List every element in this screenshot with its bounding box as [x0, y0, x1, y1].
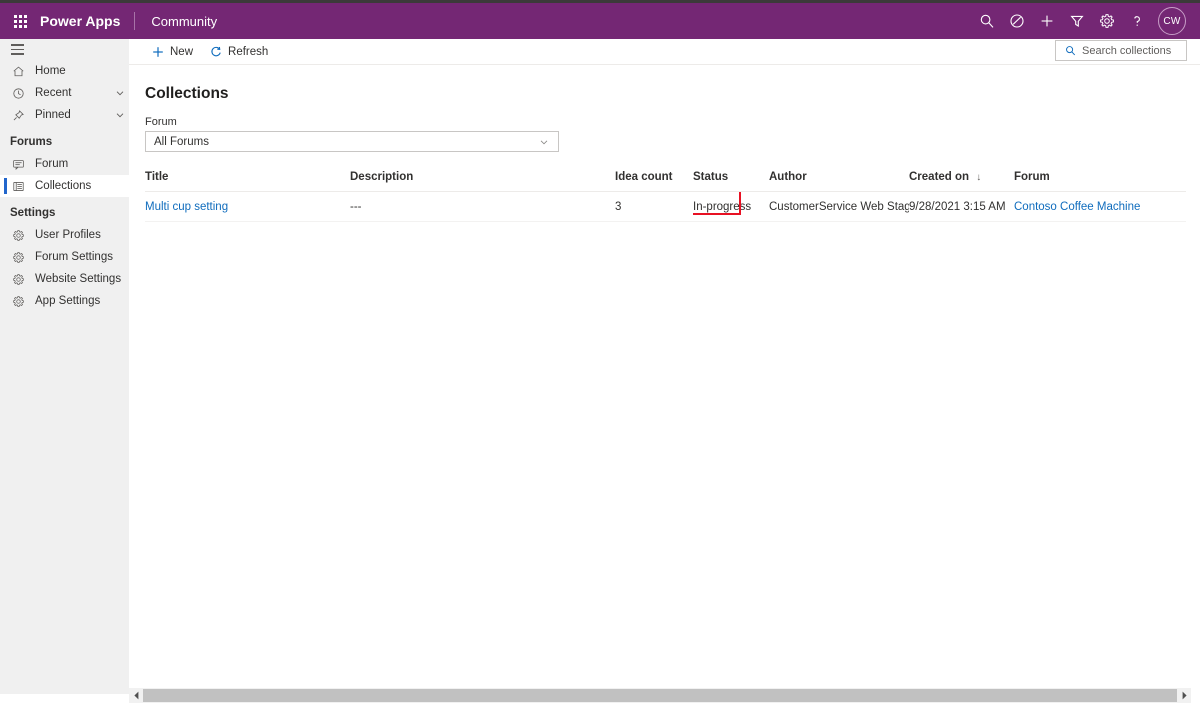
- column-header-created-on[interactable]: Created on ↓: [909, 171, 1014, 192]
- column-header-forum[interactable]: Forum: [1014, 171, 1186, 192]
- app-launcher-icon[interactable]: [0, 3, 40, 39]
- sidebar-item-forum[interactable]: Forum: [0, 153, 129, 175]
- cell-idea-count: 3: [615, 191, 693, 222]
- sidebar-item-label: Collections: [35, 180, 92, 192]
- app-header: Power Apps Community CW: [0, 3, 1200, 39]
- main-content: New Refresh Collections Forum Al: [129, 39, 1200, 704]
- sidebar-item-website-settings[interactable]: Website Settings: [0, 268, 129, 290]
- app-name-label[interactable]: Community: [137, 14, 217, 29]
- sidebar-item-label: App Settings: [35, 295, 101, 307]
- search-icon: [1064, 44, 1077, 57]
- column-header-label: Description: [350, 171, 414, 183]
- horizontal-scroll-track[interactable]: [143, 688, 1177, 703]
- search-collections-box[interactable]: [1055, 40, 1187, 61]
- forum-filter-value: All Forums: [154, 135, 209, 148]
- home-icon: [10, 63, 26, 79]
- column-header-label: Author: [769, 171, 807, 183]
- column-header-label: Forum: [1014, 171, 1050, 183]
- cell-status: In-progress: [693, 191, 769, 222]
- sidebar-item-user-profiles[interactable]: User Profiles: [0, 224, 129, 246]
- table-header-row: Title Description Idea count Status Auth…: [145, 171, 1186, 192]
- caret-right-icon[interactable]: [1177, 688, 1191, 703]
- search-icon[interactable]: [972, 3, 1002, 39]
- gear-icon: [10, 271, 26, 287]
- column-header-label: Created on: [909, 171, 970, 183]
- sidebar-section-settings: Settings: [10, 207, 56, 219]
- brand-title[interactable]: Power Apps: [40, 13, 132, 29]
- header-icon-group: CW: [972, 3, 1200, 39]
- horizontal-scroll-thumb[interactable]: [143, 689, 1177, 702]
- collections-table: Title Description Idea count Status Auth…: [145, 171, 1186, 222]
- page-body: Collections Forum All Forums Title Descr…: [129, 65, 1200, 222]
- cell-author: CustomerService Web Staging: [769, 191, 909, 222]
- column-header-label: Title: [145, 171, 169, 183]
- column-header-title[interactable]: Title: [145, 171, 350, 192]
- sidebar-item-label: Forum: [35, 158, 69, 170]
- sidebar: Home Recent Pinned Forums Forum Collecti…: [0, 39, 129, 694]
- sidebar-item-collections[interactable]: Collections: [0, 175, 129, 197]
- column-header-label: Status: [693, 171, 729, 183]
- table-row[interactable]: Multi cup setting --- 3 In-progress Cust…: [145, 191, 1186, 222]
- sidebar-item-label: Pinned: [35, 109, 71, 121]
- column-header-author[interactable]: Author: [769, 171, 909, 192]
- clock-icon: [10, 85, 26, 101]
- sidebar-item-label: Recent: [35, 87, 72, 99]
- avatar[interactable]: CW: [1158, 7, 1186, 35]
- chat-bubble-icon: [10, 156, 26, 172]
- column-header-description[interactable]: Description: [350, 171, 615, 192]
- chevron-down-icon[interactable]: [111, 110, 129, 120]
- brand-divider: [134, 12, 136, 30]
- chevron-down-icon[interactable]: [538, 137, 550, 147]
- pin-icon: [10, 107, 26, 123]
- sidebar-section-forums: Forums: [10, 136, 53, 148]
- environment-icon[interactable]: [1002, 3, 1032, 39]
- page-title: Collections: [145, 85, 229, 102]
- sidebar-item-forum-settings[interactable]: Forum Settings: [0, 246, 129, 268]
- caret-left-icon[interactable]: [129, 688, 143, 703]
- search-input[interactable]: [1082, 44, 1182, 57]
- chevron-down-icon[interactable]: [111, 88, 129, 98]
- refresh-button[interactable]: Refresh: [201, 40, 276, 64]
- command-bar: New Refresh: [129, 39, 1200, 65]
- forum-link[interactable]: Contoso Coffee Machine: [1014, 201, 1140, 213]
- status-badge: In-progress: [693, 200, 752, 213]
- sidebar-item-label: Home: [35, 65, 66, 77]
- forum-filter-dropdown[interactable]: All Forums: [145, 131, 559, 152]
- refresh-button-label: Refresh: [228, 45, 269, 58]
- sidebar-item-label: Forum Settings: [35, 251, 113, 263]
- cell-title[interactable]: Multi cup setting: [145, 191, 350, 222]
- cell-created-on: 9/28/2021 3:15 AM: [909, 191, 1014, 222]
- horizontal-scrollbar[interactable]: [129, 688, 1191, 703]
- filter-icon[interactable]: [1062, 3, 1092, 39]
- add-icon[interactable]: [1032, 3, 1062, 39]
- column-header-label: Idea count: [615, 171, 673, 183]
- collection-title-link[interactable]: Multi cup setting: [145, 201, 228, 213]
- settings-gear-icon[interactable]: [1092, 3, 1122, 39]
- cell-description: ---: [350, 191, 615, 222]
- sidebar-item-label: User Profiles: [35, 229, 101, 241]
- sort-descending-icon: ↓: [976, 172, 982, 183]
- collections-table-wrap: Title Description Idea count Status Auth…: [145, 171, 1186, 222]
- plus-icon: [151, 45, 165, 59]
- list-icon: [10, 178, 26, 194]
- gear-icon: [10, 293, 26, 309]
- new-button[interactable]: New: [143, 40, 201, 64]
- sidebar-item-app-settings[interactable]: App Settings: [0, 290, 129, 312]
- help-icon[interactable]: [1122, 3, 1152, 39]
- hamburger-menu-icon[interactable]: [0, 39, 129, 60]
- sidebar-item-home[interactable]: Home: [0, 60, 129, 82]
- gear-icon: [10, 249, 26, 265]
- column-header-status[interactable]: Status: [693, 171, 769, 192]
- column-header-idea-count[interactable]: Idea count: [615, 171, 693, 192]
- refresh-icon: [209, 45, 223, 59]
- cell-forum[interactable]: Contoso Coffee Machine: [1014, 191, 1186, 222]
- new-button-label: New: [170, 45, 194, 58]
- sidebar-item-recent[interactable]: Recent: [0, 82, 129, 104]
- gear-icon: [10, 227, 26, 243]
- sidebar-item-label: Website Settings: [35, 273, 122, 285]
- forum-filter-label: Forum: [145, 116, 177, 128]
- sidebar-item-pinned[interactable]: Pinned: [0, 104, 129, 126]
